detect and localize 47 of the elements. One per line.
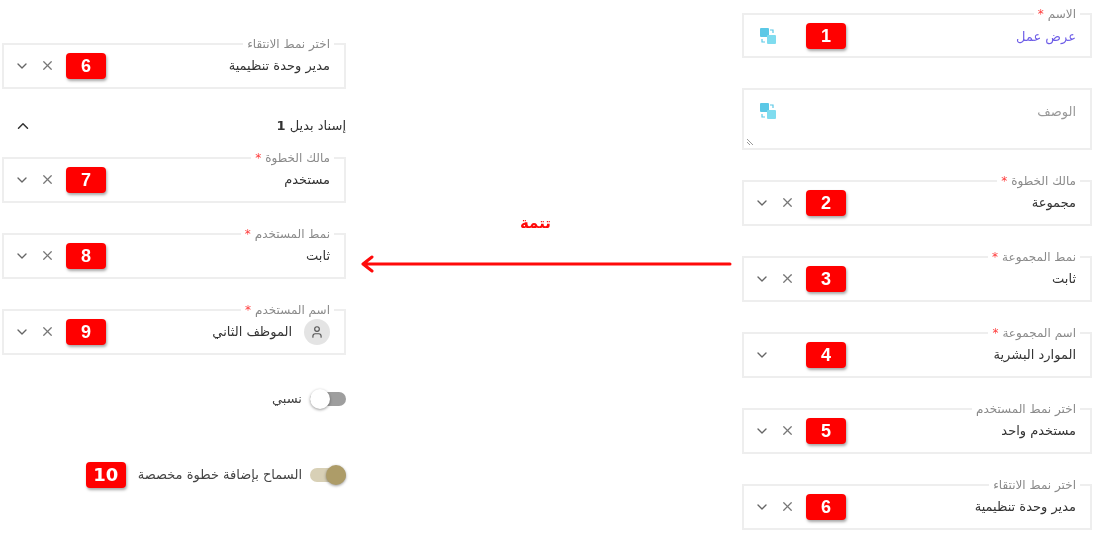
field-value: مستخدم واحد: [1001, 422, 1076, 441]
switch-label: نسبي: [272, 390, 302, 409]
clear-icon[interactable]: [40, 324, 55, 339]
field-value: مدير وحدة تنظيمية: [974, 498, 1076, 517]
step-number-badge: 5: [806, 418, 846, 444]
field-label: الاسم *: [1033, 6, 1080, 22]
clear-icon[interactable]: [780, 271, 795, 286]
field-label: نمط المستخدم *: [240, 226, 334, 242]
field-label: نمط المجموعة *: [988, 249, 1080, 265]
field-label: اختر نمط المستخدم: [971, 401, 1080, 417]
clear-icon[interactable]: [780, 423, 795, 438]
step-number-badge: 6: [66, 53, 106, 79]
field-placeholder: الوصف: [1037, 103, 1076, 122]
step-number-badge: 9: [66, 319, 106, 345]
field-label: مالك الخطوة *: [997, 173, 1080, 189]
arrow-icon: [360, 255, 732, 273]
clear-icon[interactable]: [780, 195, 795, 210]
switch[interactable]: [310, 468, 346, 482]
step-number-badge: 6: [806, 494, 846, 520]
field-value: مجموعة: [1031, 194, 1076, 213]
field-label: اسم المجموعة *: [988, 325, 1080, 341]
field-value: الموارد البشرية: [993, 346, 1076, 365]
clear-icon[interactable]: [40, 172, 55, 187]
field-label: اسم المستخدم *: [241, 302, 334, 318]
field-label: مالك الخطوة *: [251, 150, 334, 166]
step-number-badge: 3: [806, 266, 846, 292]
clear-icon[interactable]: [40, 248, 55, 263]
field-value: مستخدم: [284, 171, 330, 190]
field-label: اختر نمط الانتقاء: [989, 477, 1080, 493]
field-value: ثابت: [1052, 270, 1076, 289]
step-number-badge: 8: [66, 243, 106, 269]
step-number-badge: 7: [66, 167, 106, 193]
clear-icon[interactable]: [40, 58, 55, 73]
switch-label: السماح بإضافة خطوة مخصصة: [137, 466, 302, 485]
switch[interactable]: [310, 392, 346, 406]
step-number-badge: 4: [806, 342, 846, 368]
field-value: ثابت: [306, 247, 330, 266]
step-number-badge: 10: [85, 462, 126, 488]
field-value: عرض عمل: [1016, 28, 1076, 47]
step-number-badge: 2: [806, 190, 846, 216]
annotation-label: تتمة: [520, 213, 551, 234]
field-label: اختر نمط الانتقاء: [243, 36, 334, 52]
step-number-badge: 1: [806, 22, 846, 49]
clear-icon[interactable]: [780, 499, 795, 514]
field-value: الموظف الثاني: [212, 323, 292, 342]
resize-handle-icon[interactable]: [746, 138, 754, 146]
field-value: مدير وحدة تنظيمية: [228, 57, 330, 76]
